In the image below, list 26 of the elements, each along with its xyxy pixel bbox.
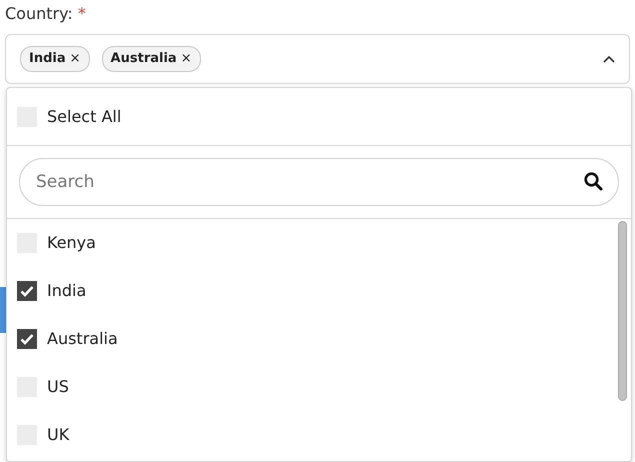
remove-tag-button[interactable]: ×: [70, 49, 81, 69]
search-icon[interactable]: [584, 172, 603, 191]
chevron-up-icon[interactable]: [603, 55, 615, 63]
scrollbar-thumb[interactable]: [618, 221, 627, 401]
checkbox[interactable]: [17, 329, 37, 349]
check-icon: [20, 285, 34, 297]
option-row[interactable]: Australia: [7, 315, 618, 363]
option-label: Australia: [47, 328, 118, 350]
option-label: India: [47, 280, 86, 302]
option-row[interactable]: US: [7, 363, 618, 411]
option-row[interactable]: India: [7, 267, 618, 315]
checkbox[interactable]: [17, 281, 37, 301]
tag-label: Australia: [110, 50, 177, 68]
tag-label: India: [29, 50, 66, 68]
option-label: UK: [47, 424, 70, 446]
option-row[interactable]: Kenya: [7, 219, 618, 267]
option-row[interactable]: UK: [7, 411, 618, 459]
option-label: US: [47, 376, 69, 398]
option-row[interactable]: Select All: [7, 88, 631, 145]
multiselect-field[interactable]: India × Australia ×: [5, 34, 630, 84]
option-label: Kenya: [47, 232, 96, 254]
field-label: Country: *: [5, 4, 86, 23]
search-field[interactable]: Search: [19, 158, 619, 206]
check-icon: [20, 333, 34, 345]
remove-tag-button[interactable]: ×: [180, 49, 192, 69]
option-label: Select All: [47, 106, 122, 128]
